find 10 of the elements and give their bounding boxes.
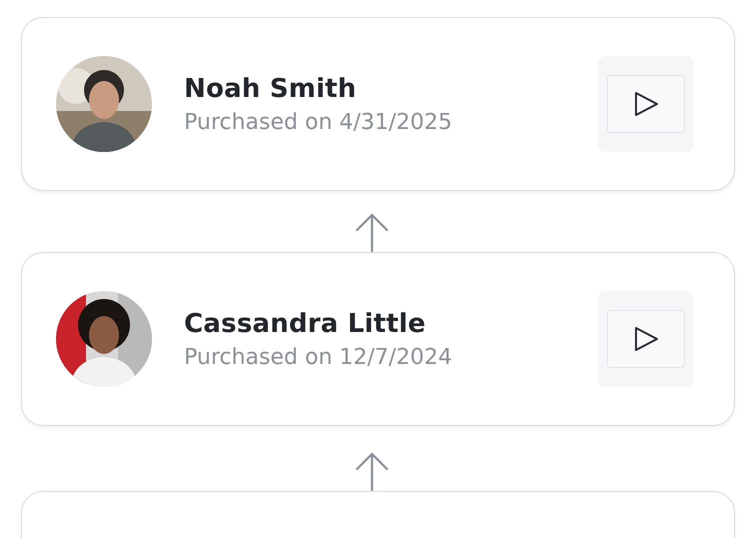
customer-name: Cassandra Little bbox=[184, 308, 427, 338]
play-icon bbox=[633, 326, 659, 352]
play-icon bbox=[633, 91, 659, 117]
arrow-up-icon bbox=[354, 212, 390, 252]
play-button[interactable] bbox=[607, 310, 685, 368]
arrow-up-icon bbox=[354, 451, 390, 491]
play-button[interactable] bbox=[607, 75, 685, 133]
purchase-date: Purchased on 4/31/2025 bbox=[184, 110, 454, 134]
purchase-date: Purchased on 12/7/2024 bbox=[184, 344, 454, 370]
customer-name: Noah Smith bbox=[184, 74, 358, 104]
